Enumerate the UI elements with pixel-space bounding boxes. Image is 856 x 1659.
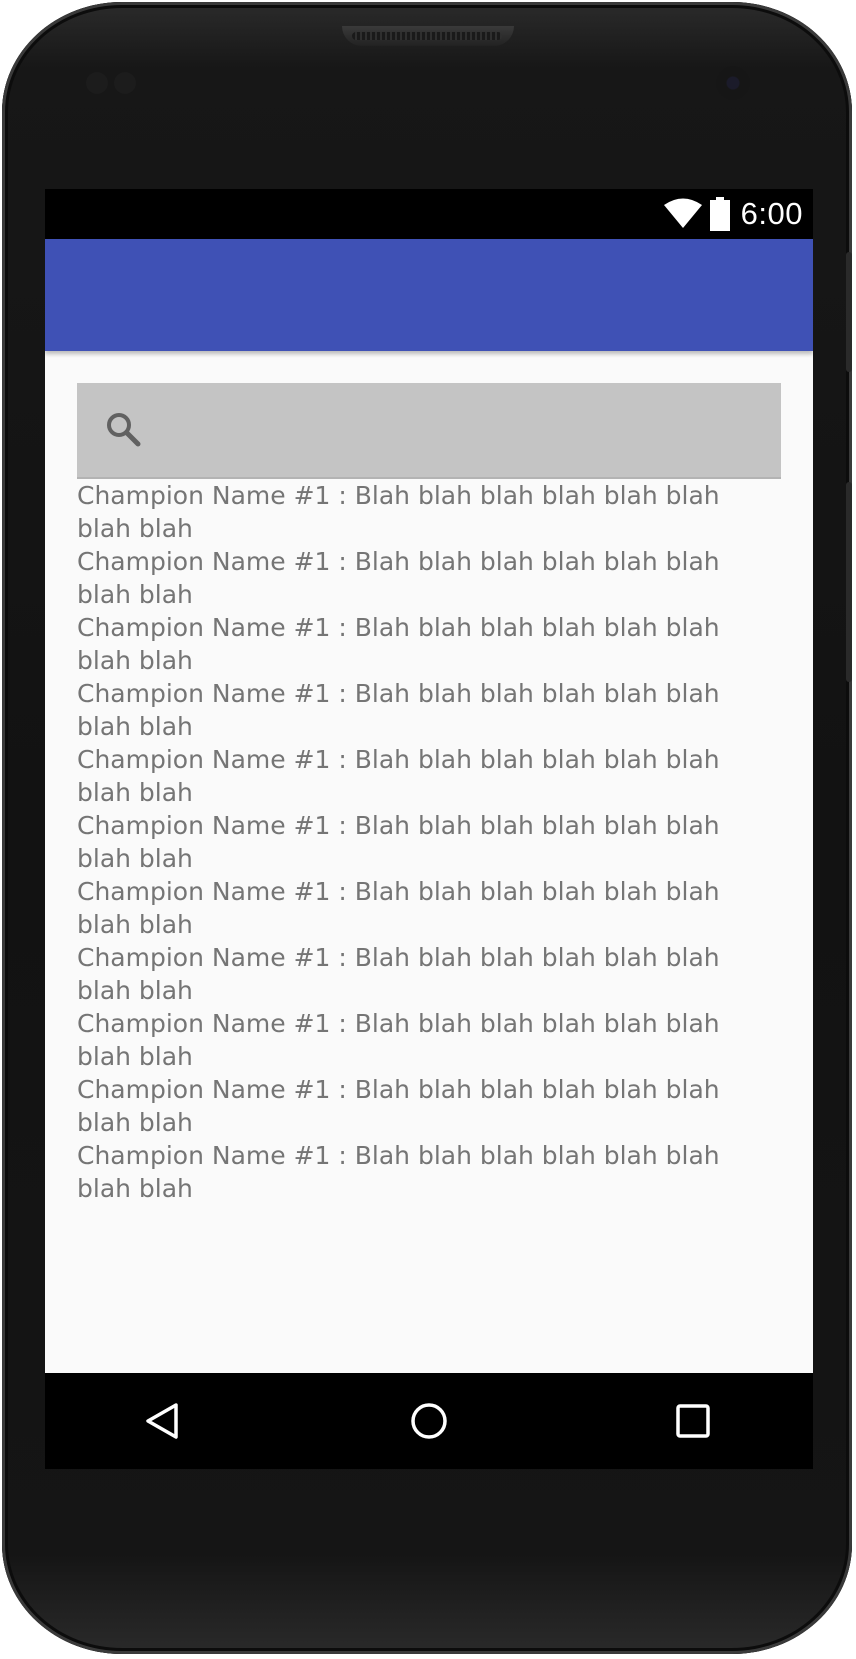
list-item[interactable]: Champion Name #1 : Blah blah blah blah b…: [77, 1073, 777, 1139]
home-button[interactable]: [399, 1391, 459, 1451]
phone-device-frame: 6:00 Champion Name #1 : Blah blah blah b…: [2, 2, 852, 1654]
list-item[interactable]: Champion Name #1 : Blah blah blah blah b…: [77, 1007, 777, 1073]
search-icon[interactable]: [103, 409, 143, 449]
recents-button[interactable]: [663, 1391, 723, 1451]
list-item[interactable]: Champion Name #1 : Blah blah blah blah b…: [77, 809, 777, 875]
status-icons: 6:00: [663, 189, 803, 239]
list-item[interactable]: Champion Name #1 : Blah blah blah blah b…: [77, 875, 777, 941]
search-field[interactable]: [77, 383, 781, 479]
list-item[interactable]: Champion Name #1 : Blah blah blah blah b…: [77, 1139, 777, 1205]
phone-screen: 6:00 Champion Name #1 : Blah blah blah b…: [45, 189, 813, 1469]
front-camera: [716, 66, 750, 100]
list-item[interactable]: Champion Name #1 : Blah blah blah blah b…: [77, 941, 777, 1007]
champion-list: Champion Name #1 : Blah blah blah blah b…: [77, 479, 777, 1205]
power-button: [846, 252, 852, 372]
light-sensor: [114, 72, 136, 94]
status-bar: 6:00: [45, 189, 813, 239]
volume-button: [846, 482, 852, 682]
list-item[interactable]: Champion Name #1 : Blah blah blah blah b…: [77, 545, 777, 611]
list-item[interactable]: Champion Name #1 : Blah blah blah blah b…: [77, 743, 777, 809]
list-item[interactable]: Champion Name #1 : Blah blah blah blah b…: [77, 479, 777, 545]
back-triangle-icon: [146, 1403, 178, 1439]
proximity-sensor: [86, 72, 108, 94]
home-circle-icon: [411, 1403, 447, 1439]
recents-square-icon: [676, 1404, 710, 1438]
list-item[interactable]: Champion Name #1 : Blah blah blah blah b…: [77, 677, 777, 743]
status-clock: 6:00: [740, 196, 803, 231]
app-toolbar: [45, 239, 813, 351]
wifi-icon: [663, 198, 702, 228]
back-button[interactable]: [133, 1391, 193, 1451]
battery-icon: [709, 197, 730, 231]
navigation-bar: [45, 1373, 813, 1469]
speaker-grille: [352, 32, 502, 40]
list-item[interactable]: Champion Name #1 : Blah blah blah blah b…: [77, 611, 777, 677]
